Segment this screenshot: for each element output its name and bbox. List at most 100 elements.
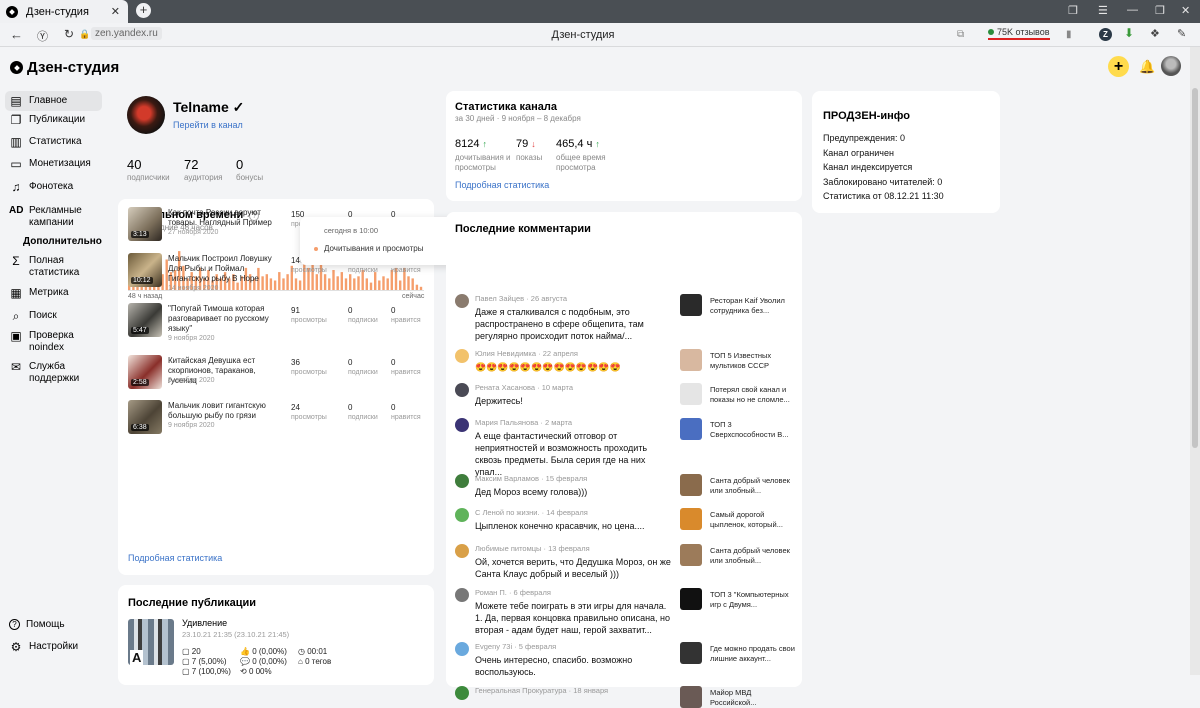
video-thumbnail[interactable]: 3:13 [128, 207, 162, 241]
ext-z-icon[interactable]: Z [1099, 28, 1112, 41]
realtime-bar[interactable] [328, 278, 331, 291]
commenter-avatar[interactable] [455, 349, 469, 363]
extension-icon[interactable]: ❖ [1150, 27, 1163, 40]
sidebar-item-9[interactable]: ▦ Метрика [5, 287, 102, 299]
realtime-bar[interactable] [369, 282, 373, 291]
realtime-bar[interactable] [407, 276, 410, 291]
video-thumbnail[interactable]: 2:58 [128, 355, 162, 389]
channel-name[interactable]: Telname ✓ [173, 99, 244, 116]
realtime-bar[interactable] [315, 274, 318, 291]
post-thumbnail[interactable] [680, 588, 702, 610]
video-title[interactable]: Мальчик ловит гигантскую большую рыбу по… [168, 401, 273, 421]
post-thumbnail[interactable] [680, 508, 702, 530]
download-icon[interactable]: ⬇ [1124, 26, 1137, 40]
sidebar-item-help[interactable]: ? Помощь [5, 619, 102, 631]
realtime-bar[interactable] [323, 274, 327, 291]
minimize-icon[interactable]: — [1127, 4, 1138, 16]
realtime-bar[interactable] [378, 280, 381, 292]
realtime-bar[interactable] [340, 272, 343, 291]
commenter-avatar[interactable] [455, 474, 469, 488]
commenter-avatar[interactable] [455, 588, 469, 602]
post-thumbnail[interactable] [680, 544, 702, 566]
realtime-bar[interactable] [273, 280, 277, 292]
realtime-bar[interactable] [282, 278, 285, 291]
close-window-icon[interactable]: ✕ [1181, 4, 1190, 17]
go-to-channel-link[interactable]: Перейти в канал [173, 120, 243, 130]
post-title[interactable]: Самый дорогой цыпленок, который... [710, 510, 795, 530]
post-title[interactable]: ТОП 5 Известных мультиков СССР [710, 351, 795, 371]
realtime-bar[interactable] [382, 276, 385, 291]
sidebar-item-11[interactable]: ▣ Проверка noindex [5, 330, 102, 354]
sidebar-item-3[interactable]: ▥ Статистика [5, 136, 102, 148]
menu-icon[interactable]: ☰ [1098, 4, 1108, 17]
post-thumbnail[interactable] [680, 294, 702, 316]
avatar[interactable] [1161, 56, 1181, 76]
new-tab-icon[interactable]: + [136, 3, 151, 18]
realtime-bar[interactable] [294, 278, 298, 291]
commenter-avatar[interactable] [455, 508, 469, 522]
sidebar-item-6[interactable]: AD Рекламные кампании [5, 205, 102, 229]
channel-detailed-stats-link[interactable]: Подробная статистика [455, 180, 549, 190]
sidebar-item-10[interactable]: ⌕ Поиск [5, 310, 102, 322]
post-title[interactable]: Ресторан Kaif Уволил сотрудника без... [710, 296, 795, 316]
video-thumbnail[interactable]: 5:47 [128, 303, 162, 337]
sidebar-item-5[interactable]: ♫ Фонотека [5, 181, 102, 193]
sidebar-item-8[interactable]: Σ Полная статистика [5, 255, 102, 279]
post-title[interactable]: Санта добрый человек или злобный... [710, 476, 795, 496]
channel-avatar[interactable] [127, 96, 165, 134]
post-title[interactable]: ТОП 3 "Компьютерных игр с Двумя... [710, 590, 795, 610]
post-thumbnail[interactable] [680, 686, 702, 708]
sidebar-item-4[interactable]: ▭ Монетизация [5, 158, 102, 170]
post-title[interactable]: Санта добрый человек или злобный... [710, 546, 795, 566]
post-thumbnail[interactable] [680, 418, 702, 440]
realtime-bar[interactable] [353, 278, 356, 291]
video-title[interactable]: Как почта России воруют товары. Наглядны… [168, 208, 273, 228]
realtime-bar[interactable] [399, 280, 402, 292]
commenter-avatar[interactable] [455, 686, 469, 700]
post-title[interactable]: Где можно продать свои лишние аккаунт... [710, 644, 795, 664]
sidebar-item-12[interactable]: ✉ Служба поддержки [5, 361, 102, 385]
realtime-bar[interactable] [344, 278, 348, 291]
video-title[interactable]: Мальчик Построил Ловушку Для Рыбы и Пойм… [168, 254, 273, 284]
post-thumbnail[interactable] [680, 383, 702, 405]
reviews-badge[interactable]: 75K отзывов [988, 27, 1050, 40]
realtime-bar[interactable] [357, 276, 360, 291]
browser-tab[interactable]: Дзен-студия ✕ [0, 0, 128, 23]
commenter-avatar[interactable] [455, 544, 469, 558]
maximize-icon[interactable]: ❐ [1155, 4, 1165, 17]
reader-icon[interactable]: ⧉ [957, 29, 964, 40]
post-title[interactable]: ТОП 3 Сверхспособности В... [710, 420, 795, 440]
close-tab-icon[interactable]: ✕ [111, 5, 120, 18]
publication-title[interactable]: Удивление [182, 618, 227, 628]
post-title[interactable]: Потерял свой канал и показы но не сломле… [710, 385, 795, 405]
bookmark-icon[interactable]: ▮ [1066, 29, 1072, 40]
commenter-avatar[interactable] [455, 294, 469, 308]
commenter-avatar[interactable] [455, 383, 469, 397]
realtime-bar[interactable] [298, 280, 302, 292]
realtime-bar[interactable] [349, 274, 352, 291]
scrollbar-thumb[interactable] [1192, 88, 1198, 448]
realtime-bar[interactable] [332, 270, 335, 291]
realtime-bar[interactable] [374, 272, 377, 291]
post-thumbnail[interactable] [680, 642, 702, 664]
commenter-avatar[interactable] [455, 642, 469, 656]
post-thumbnail[interactable] [680, 474, 702, 496]
post-title[interactable]: Майор МВД Российской... [710, 688, 795, 708]
realtime-bar[interactable] [286, 274, 289, 291]
realtime-bar[interactable] [336, 276, 339, 291]
publication-thumb[interactable]: A [128, 619, 174, 665]
video-thumbnail[interactable]: 6:38 [128, 400, 162, 434]
realtime-bar[interactable] [411, 278, 414, 291]
realtime-bar[interactable] [386, 278, 389, 291]
post-thumbnail[interactable] [680, 349, 702, 371]
video-title[interactable]: "Попугай Тимоша которая разговаривает по… [168, 304, 273, 334]
extension2-icon[interactable]: ✎ [1177, 27, 1190, 40]
realtime-bar[interactable] [365, 278, 368, 291]
sidebar-item-settings[interactable]: ⚙ Настройки [5, 641, 102, 653]
video-thumbnail[interactable]: 10:12 [128, 253, 162, 287]
sidebar-item-1[interactable]: ▤ Главное [5, 91, 102, 111]
tabs-icon[interactable]: ❐ [1068, 4, 1078, 17]
sidebar-item-7[interactable]: Дополнительно [5, 236, 102, 248]
commenter-avatar[interactable] [455, 418, 469, 432]
sidebar-item-2[interactable]: ❐ Публикации [5, 114, 102, 126]
